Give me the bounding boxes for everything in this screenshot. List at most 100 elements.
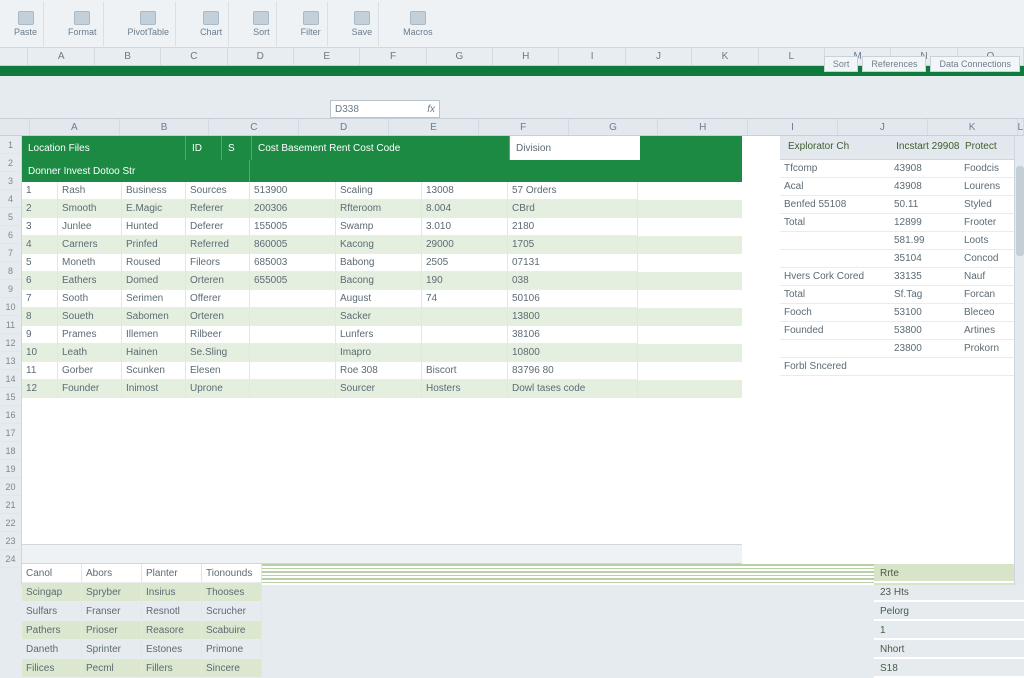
cell[interactable]: Pathers (22, 621, 82, 640)
table-row[interactable]: Hvers Cork Cored33135Nauf (780, 268, 1024, 286)
cell[interactable]: Offerer (186, 290, 250, 308)
cell[interactable]: Leath (58, 344, 122, 362)
table-row[interactable]: SulfarsFranserResnotlScrucher (22, 602, 262, 621)
cell[interactable]: Orteren (186, 272, 250, 290)
column-header[interactable]: K (928, 119, 1018, 135)
cell[interactable]: 190 (422, 272, 508, 290)
column-header[interactable]: B (120, 119, 210, 135)
column-header[interactable]: C (209, 119, 299, 135)
cell[interactable]: Scingap (22, 583, 82, 602)
cell[interactable]: Insirus (142, 583, 202, 602)
cell[interactable]: 43908 (890, 178, 960, 196)
cell[interactable] (780, 232, 890, 250)
cell[interactable]: Pecml (82, 659, 142, 678)
cell[interactable]: 3.010 (422, 218, 508, 236)
cell[interactable]: 29000 (422, 236, 508, 254)
cell[interactable]: Bleceo (960, 304, 1020, 322)
table-row[interactable]: 1RashBusinessSources513900Scaling1300857… (22, 182, 742, 200)
cell[interactable] (250, 290, 336, 308)
table-row[interactable]: ScingapSpryberInsirusThooses (22, 583, 262, 602)
ribbon-group[interactable]: Paste (8, 2, 44, 46)
cell[interactable]: Business (122, 182, 186, 200)
vertical-scrollbar[interactable] (1014, 136, 1024, 585)
cell[interactable]: 50.11 (890, 196, 960, 214)
tab-sort[interactable]: Sort (824, 56, 859, 72)
column-header[interactable]: H (658, 119, 748, 135)
cell[interactable]: Lunfers (336, 326, 422, 344)
cell[interactable]: Gorber (58, 362, 122, 380)
column-header[interactable]: F (479, 119, 569, 135)
row-number[interactable]: 17 (0, 424, 21, 442)
column-header[interactable]: L (759, 48, 825, 65)
row-number[interactable]: 15 (0, 388, 21, 406)
row-number[interactable]: 10 (0, 298, 21, 316)
cell[interactable]: 33135 (890, 268, 960, 286)
tab-references[interactable]: References (862, 56, 926, 72)
cell[interactable]: Nauf (960, 268, 1020, 286)
cell[interactable]: Tionounds (202, 564, 262, 583)
cell[interactable]: Junlee (58, 218, 122, 236)
cell[interactable]: Loots (960, 232, 1020, 250)
cell[interactable]: 74 (422, 290, 508, 308)
cell[interactable]: 12 (22, 380, 58, 398)
cell[interactable] (422, 308, 508, 326)
column-header[interactable]: B (95, 48, 161, 65)
list-item[interactable]: Nhort (874, 640, 1024, 659)
cell[interactable]: Hainen (122, 344, 186, 362)
table-row[interactable]: 23800Prokorn (780, 340, 1024, 358)
cell[interactable]: 2 (22, 200, 58, 218)
cell[interactable]: Sources (186, 182, 250, 200)
cell[interactable]: Sprinter (82, 640, 142, 659)
cell[interactable]: Elesen (186, 362, 250, 380)
cell[interactable] (780, 250, 890, 268)
cell[interactable]: Frooter (960, 214, 1020, 232)
cell[interactable]: 23800 (890, 340, 960, 358)
cell[interactable]: 38106 (508, 326, 638, 344)
cell[interactable]: Rfteroom (336, 200, 422, 218)
row-number[interactable]: 9 (0, 280, 21, 298)
table-row[interactable]: CanolAborsPlanterTionounds (22, 564, 262, 583)
cell[interactable]: Prinfed (122, 236, 186, 254)
cell[interactable]: 07131 (508, 254, 638, 272)
cell[interactable]: 2505 (422, 254, 508, 272)
cell[interactable]: Primone (202, 640, 262, 659)
row-number[interactable]: 19 (0, 460, 21, 478)
list-item[interactable]: 23 Hts (874, 583, 1024, 602)
column-header[interactable]: I (748, 119, 838, 135)
name-box[interactable]: D338 fx (330, 100, 440, 118)
column-header[interactable]: D (228, 48, 294, 65)
ribbon-group[interactable]: Filter (295, 2, 328, 46)
list-item[interactable]: Rrte (874, 564, 1024, 583)
cell[interactable]: 6 (22, 272, 58, 290)
cell[interactable]: 5 (22, 254, 58, 272)
table-row[interactable]: 581.99Loots (780, 232, 1024, 250)
cell[interactable]: Acal (780, 178, 890, 196)
cell[interactable]: Sourcer (336, 380, 422, 398)
table-row[interactable]: Benfed 5510850.11Styled (780, 196, 1024, 214)
cell[interactable]: Founded (780, 322, 890, 340)
table-row[interactable]: FilicesPecmlFillersSincere (22, 659, 262, 678)
row-number[interactable]: 3 (0, 172, 21, 190)
table-row[interactable]: 35104Concod (780, 250, 1024, 268)
cell[interactable]: Abors (82, 564, 142, 583)
cell[interactable]: Scaling (336, 182, 422, 200)
cell[interactable]: Spryber (82, 583, 142, 602)
cell[interactable] (890, 358, 960, 376)
cell[interactable]: Prokorn (960, 340, 1020, 358)
cell[interactable]: 038 (508, 272, 638, 290)
cell[interactable]: Benfed 55108 (780, 196, 890, 214)
cell[interactable]: 4 (22, 236, 58, 254)
row-number[interactable]: 20 (0, 478, 21, 496)
cell[interactable]: CBrd (508, 200, 638, 218)
row-number[interactable]: 12 (0, 334, 21, 352)
cell[interactable] (250, 362, 336, 380)
cell[interactable]: 10 (22, 344, 58, 362)
cell[interactable]: Fillers (142, 659, 202, 678)
column-header[interactable]: G (569, 119, 659, 135)
row-number[interactable]: 7 (0, 244, 21, 262)
cell[interactable]: Fileors (186, 254, 250, 272)
cell[interactable]: 860005 (250, 236, 336, 254)
cell[interactable]: Se.Sling (186, 344, 250, 362)
column-header[interactable]: A (30, 119, 120, 135)
cell[interactable]: Domed (122, 272, 186, 290)
